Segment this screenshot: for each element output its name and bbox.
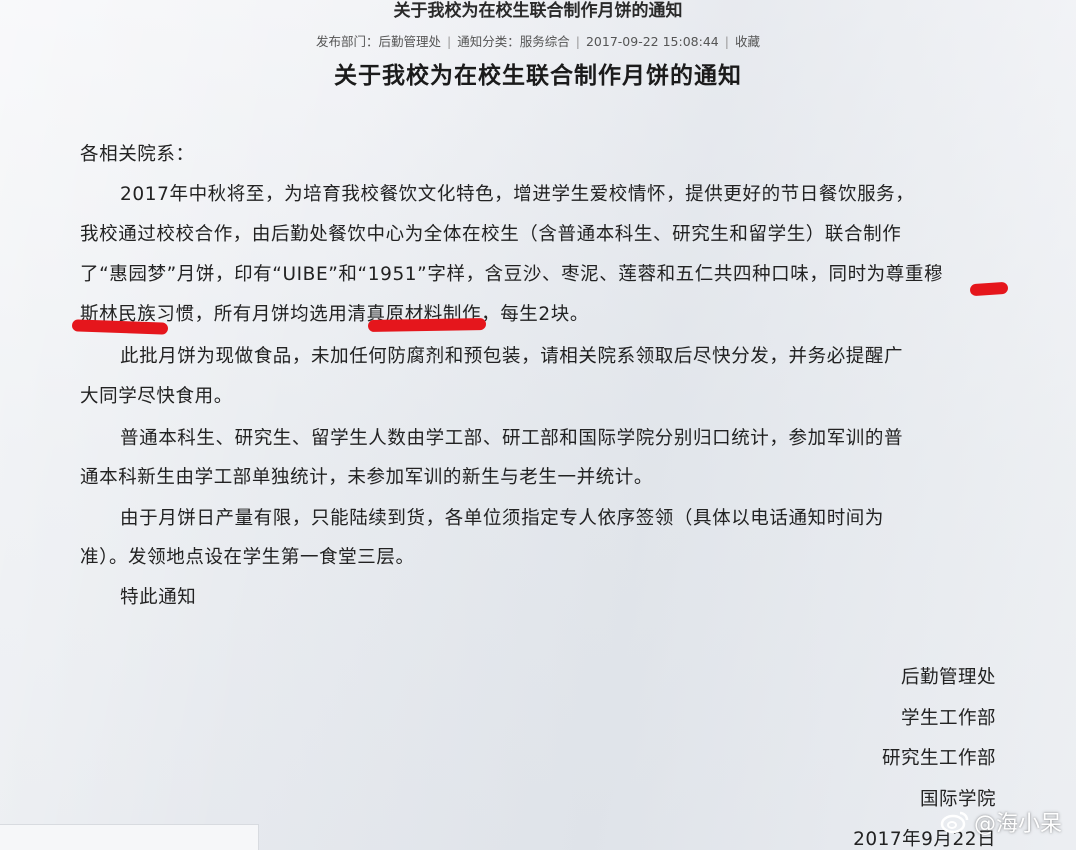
meta-department: 发布部门：后勤管理处: [316, 34, 442, 49]
meta-datetime: 2017-09-22 15:08:44: [585, 34, 719, 49]
meta-separator: |: [447, 34, 452, 49]
signature-office: 研究生工作部: [881, 748, 996, 769]
paragraph-line: 通本科新生由学工部单独统计，未参加军训的新生与老生一并统计。: [80, 467, 654, 488]
weibo-watermark: @海小呆: [940, 806, 1062, 838]
paragraph-line: 准）。发领地点设在学生第一食堂三层。: [80, 547, 415, 568]
meta-category: 通知分类：服务综合: [457, 34, 570, 49]
paragraph-line: 由于月饼日产量有限，只能陆续到货，各单位须指定专人依序签领（具体以电话通知时间为: [120, 508, 885, 529]
paragraph-line: 此批月饼为现做食品，未加任何防腐剂和预包装，请相关院系领取后尽快分发，并务必提醒…: [120, 346, 904, 367]
bottom-panel-edge: [0, 824, 259, 850]
notice-title: 关于我校为在校生联合制作月饼的通知: [334, 63, 742, 89]
watermark-text: @海小呆: [973, 812, 1062, 837]
paragraph-line: 我校通过校校合作，由后勤处餐饮中心为全体在校生（含普通本科生、研究生和留学生）联…: [80, 224, 902, 245]
closing-line: 特此通知: [120, 587, 197, 608]
weibo-icon: [940, 809, 970, 835]
notice-meta: 发布部门：后勤管理处 | 通知分类：服务综合 | 2017-09-22 15:08:44…: [0, 31, 1076, 50]
red-underline-mark: [367, 317, 487, 333]
signature-office: 后勤管理处: [900, 667, 996, 688]
salutation: 各相关院系：: [80, 144, 195, 165]
signature-office: 学生工作部: [900, 708, 996, 729]
paragraph-line: 普通本科生、研究生、留学生人数由学工部、研工部和国际学院分别归口统计，参加军训的…: [120, 428, 904, 449]
paragraph-line: 大同学尽快食用。: [80, 386, 233, 407]
meta-separator: |: [724, 34, 729, 49]
meta-separator: |: [575, 34, 580, 49]
favorite-link[interactable]: 收藏: [735, 34, 760, 49]
browser-page-title: 关于我校为在校生联合制作月饼的通知: [393, 1, 683, 21]
paragraph-line: 2017年中秋将至，为培育我校餐饮文化特色，增进学生爱校情怀，提供更好的节日餐饮…: [120, 184, 915, 205]
paragraph-line: 了“惠园梦”月饼，印有“UIBE”和“1951”字样，含豆沙、枣泥、莲蓉和五仁共…: [80, 264, 944, 285]
